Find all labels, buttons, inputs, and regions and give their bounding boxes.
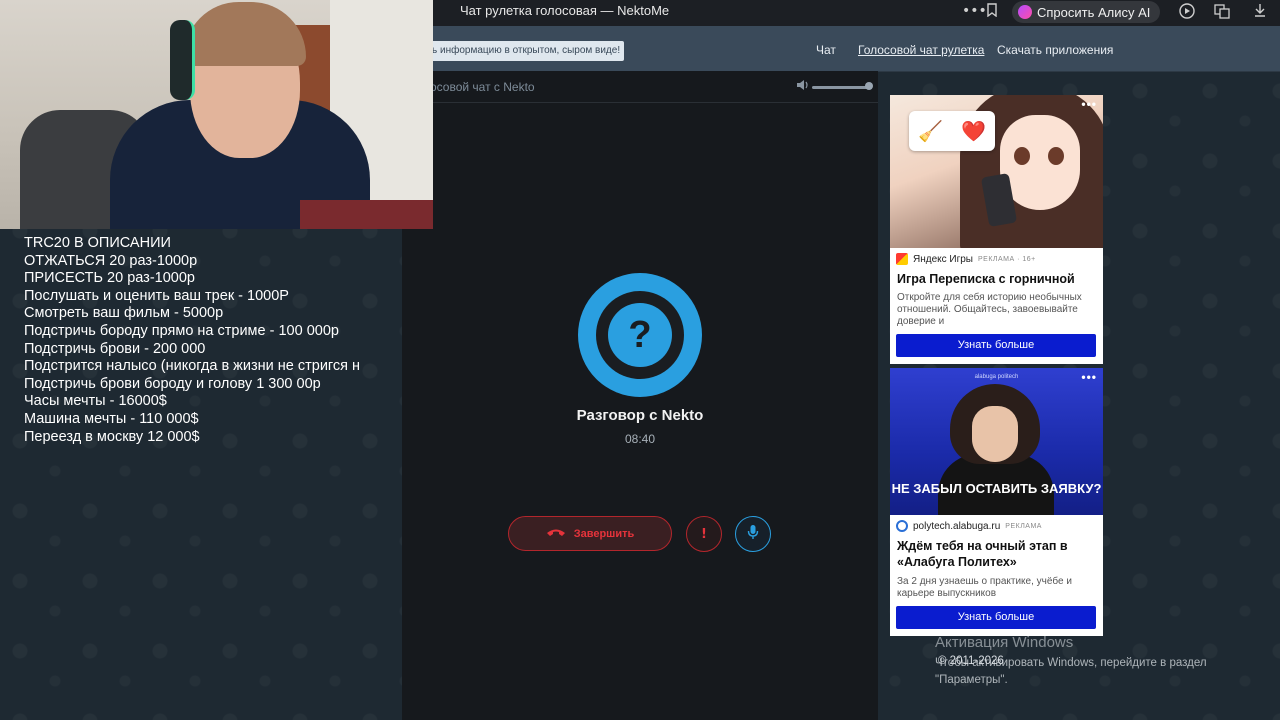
donation-line: Подстричь бороду прямо на стриме - 100 0… [24, 322, 339, 339]
ad-headline: НЕ ЗАБЫЛ ОСТАВИТЬ ЗАЯВКУ? [891, 481, 1102, 496]
donation-line: Подстричь брови бороду и голову 1 300 00… [24, 375, 321, 392]
nav-link-download-apps[interactable]: Скачать приложения [997, 43, 1113, 57]
ad-menu-icon[interactable]: ••• [1081, 97, 1097, 111]
ad-title: Игра Переписка с горничной [897, 272, 1075, 286]
alice-icon [1018, 5, 1032, 19]
more-icon[interactable]: ••• [962, 3, 987, 19]
ad-source: Яндекс Игры РЕКЛАМА · 16+ [896, 253, 1036, 265]
voice-chat-panel: осовой чат с Nekto ? Разговор с Nekto 08… [402, 71, 878, 720]
ad-card-game[interactable]: 🧹 ❤️ ••• Яндекс Игры РЕКЛАМА · 16+ Игра … [890, 95, 1103, 364]
end-call-button[interactable]: Завершить [508, 516, 672, 551]
nav-link-chat[interactable]: Чат [816, 43, 836, 57]
shield-alert-icon: ! [701, 526, 707, 542]
ad-description: За 2 дня узнаешь о практике, учёбе и кар… [897, 576, 1072, 599]
headset-icon [170, 20, 195, 100]
end-call-label: Завершить [573, 527, 635, 540]
stream-donation-list: TRC20 В ОПИСАНИИ ОТЖАТЬСЯ 20 раз-1000р П… [24, 235, 376, 446]
polytech-logo-icon [896, 520, 908, 532]
windows-activation-title: Активация Windows [935, 634, 1074, 651]
ask-alice-label: Спросить Алису AI [1037, 4, 1151, 20]
volume-slider[interactable] [812, 86, 870, 89]
ask-alice-button[interactable]: Спросить Алису AI [1012, 1, 1161, 23]
donation-line: Подстрится налысо (никогда в жизни не ст… [24, 358, 361, 375]
donation-line: Подстричь брови - 200 000 [24, 340, 206, 357]
download-icon[interactable] [1253, 3, 1267, 21]
ad-image: alabuga politech НЕ ЗАБЫЛ ОСТАВИТЬ ЗАЯВК… [890, 368, 1103, 515]
volume-slider-knob[interactable] [865, 82, 873, 90]
nav-link-voice-chat[interactable]: Голосовой чат рулетка [858, 43, 984, 57]
ad-card-politech[interactable]: alabuga politech НЕ ЗАБЫЛ ОСТАВИТЬ ЗАЯВК… [890, 368, 1103, 636]
donation-line: ОТЖАТЬСЯ 20 раз-1000р [24, 252, 198, 269]
microphone-icon [747, 524, 759, 544]
report-button[interactable]: ! [686, 516, 722, 552]
info-notice: ь информацию в открытом, сыром виде! [430, 41, 625, 61]
translate-icon[interactable] [1214, 3, 1230, 23]
ad-title: Ждём тебя на очный этап в «Алабуга Полит… [897, 539, 1068, 569]
donation-line: Часы мечты - 16000$ [24, 393, 167, 410]
broom-icon: 🧹 [918, 120, 943, 143]
panel-header: осовой чат с Nekto [402, 71, 878, 103]
copyright: © 2011-2026 [938, 655, 1004, 667]
learn-more-button[interactable]: Узнать больше [896, 334, 1096, 357]
bookmark-icon[interactable] [986, 3, 998, 21]
call-title: Разговор с Nekto [576, 407, 704, 424]
ad-menu-icon[interactable]: ••• [1081, 370, 1097, 384]
call-timer: 08:40 [624, 432, 656, 446]
yandex-games-icon [896, 253, 908, 265]
play-icon[interactable] [1179, 3, 1195, 23]
webcam-feed [0, 0, 433, 229]
learn-more-button[interactable]: Узнать больше [896, 606, 1096, 629]
donation-line: Переезд в москву 12 000$ [24, 428, 200, 445]
heart-icon: ❤️ [961, 120, 986, 143]
partner-avatar: ? [578, 273, 702, 397]
microphone-button[interactable] [735, 516, 771, 552]
volume-icon[interactable] [796, 79, 809, 94]
donation-line: ПРИСЕСТЬ 20 раз-1000р [24, 270, 195, 287]
panel-title: осовой чат с Nekto [430, 80, 535, 94]
donation-line: Смотреть ваш фильм - 5000р [24, 305, 224, 322]
donation-line: Машина мечты - 110 000$ [24, 410, 199, 427]
question-mark-icon: ? [608, 303, 672, 367]
ad-source: polytech.alabuga.ru РЕКЛАМА [896, 520, 1042, 532]
hang-up-icon [546, 527, 566, 540]
emoji-badge: 🧹 ❤️ [909, 111, 995, 151]
ad-image: 🧹 ❤️ ••• [890, 95, 1103, 248]
donation-line: Послушать и оценить ваш трек - 1000Р [24, 287, 289, 304]
donation-line: TRC20 В ОПИСАНИИ [24, 235, 171, 251]
ad-brand: alabuga politech [974, 374, 1019, 380]
ad-description: Откройте для себя историю необычных отно… [897, 292, 1082, 327]
tab-title: Чат рулетка голосовая — NektoMe [460, 3, 670, 18]
